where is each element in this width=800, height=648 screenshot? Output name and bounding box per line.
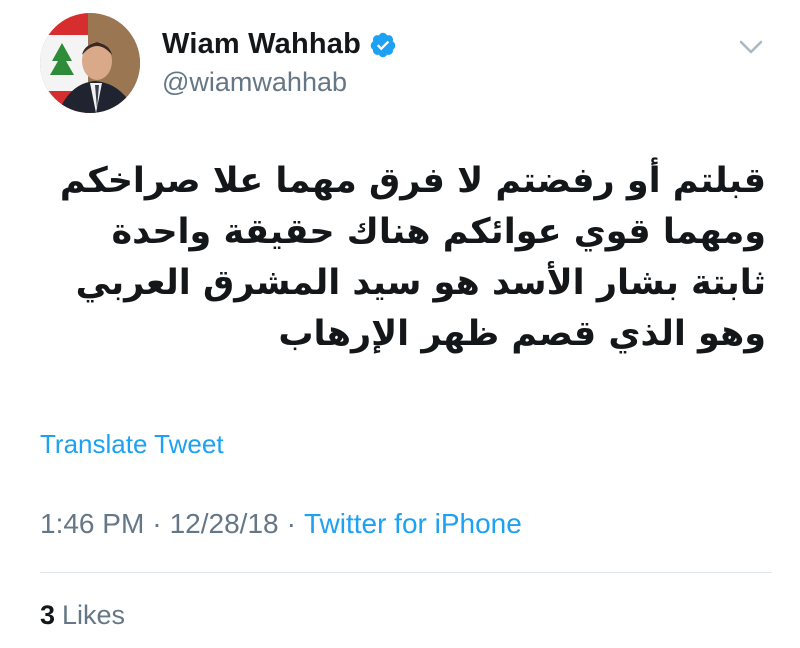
avatar[interactable] — [40, 13, 140, 113]
tweet-source-link[interactable]: Twitter for iPhone — [304, 508, 522, 539]
author-display-name[interactable]: Wiam Wahhab — [162, 28, 361, 61]
author-handle[interactable]: @wiamwahhab — [162, 67, 347, 98]
author-name-row: Wiam Wahhab — [162, 28, 397, 61]
tweet-time[interactable]: 1:46 PM — [40, 508, 144, 539]
likes-link[interactable]: 3 Likes — [40, 600, 125, 631]
avatar-photo — [40, 13, 140, 113]
chevron-down-icon[interactable] — [737, 36, 765, 58]
likes-count: 3 — [40, 600, 56, 630]
tweet-date[interactable]: 12/28/18 — [170, 508, 279, 539]
verified-badge-icon — [369, 31, 397, 59]
separator: · — [152, 508, 162, 539]
tweet-metadata: 1:46 PM · 12/28/18 · Twitter for iPhone — [40, 508, 522, 540]
likes-label: Likes — [62, 600, 126, 630]
tweet-text: قبلتم أو رفضتم لا فرق مهما علا صراخكم وم… — [59, 161, 766, 354]
translate-tweet-link[interactable]: Translate Tweet — [40, 429, 224, 460]
divider — [40, 572, 772, 573]
separator: · — [286, 508, 296, 539]
